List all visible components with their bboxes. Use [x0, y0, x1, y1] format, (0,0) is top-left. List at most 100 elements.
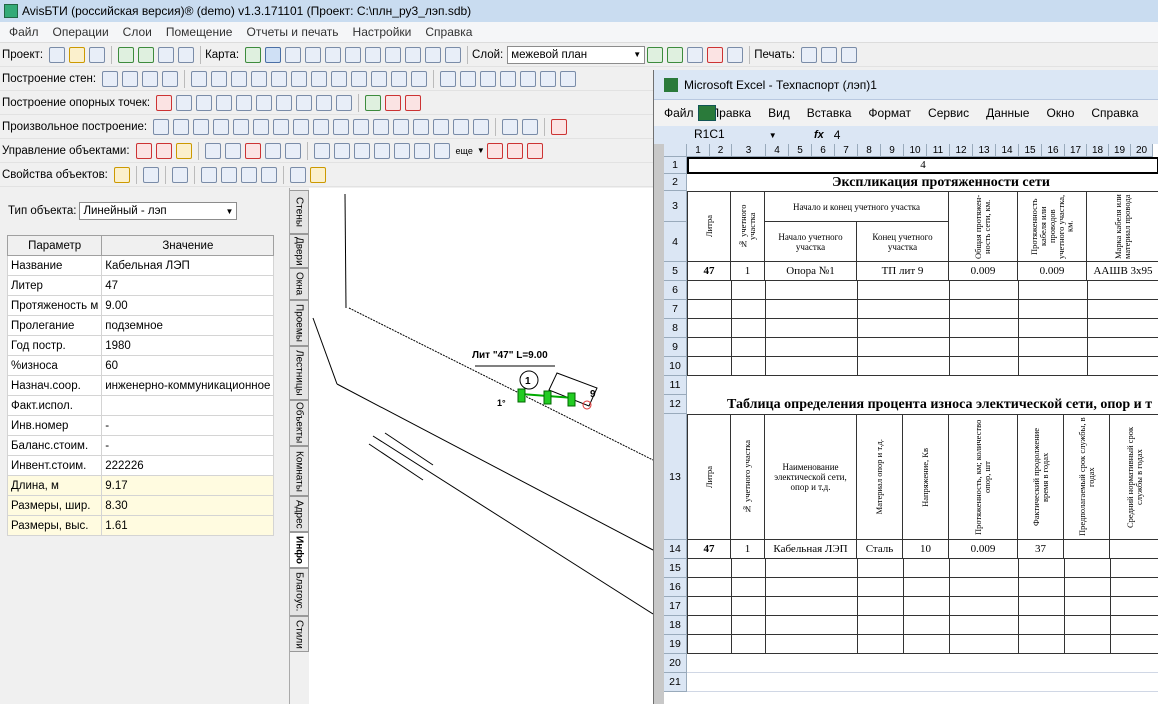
- wall-tool-6-icon[interactable]: [540, 70, 557, 87]
- t2-cell[interactable]: 0.009: [949, 540, 1018, 559]
- printer-icon[interactable]: [841, 46, 858, 63]
- tab-info[interactable]: Инфо: [290, 532, 309, 568]
- pencil-3-icon[interactable]: [240, 166, 257, 183]
- double-line-icon[interactable]: [233, 118, 250, 135]
- excel-menu-format[interactable]: Формат: [868, 106, 911, 120]
- more-tools-label[interactable]: еще: [456, 146, 473, 156]
- formula-input[interactable]: 4: [834, 128, 841, 142]
- square-icon[interactable]: [413, 118, 430, 135]
- drawing-canvas[interactable]: Лит "47" L=9.00 1 1° 9: [309, 188, 654, 704]
- point-icon[interactable]: [156, 94, 173, 111]
- table-row[interactable]: Пролегание подземное: [6, 315, 275, 336]
- row-header[interactable]: 12: [664, 395, 687, 414]
- grid-1-icon[interactable]: [311, 70, 328, 87]
- node-add-icon[interactable]: [522, 118, 539, 135]
- mirror-icon[interactable]: [413, 142, 430, 159]
- row-header[interactable]: 14: [664, 540, 687, 559]
- corner-1-icon[interactable]: [191, 70, 208, 87]
- fill-icon[interactable]: [289, 166, 306, 183]
- parallelogram-icon[interactable]: [293, 118, 310, 135]
- t2-cell[interactable]: Кабельная ЛЭП: [765, 540, 857, 559]
- t1-cell[interactable]: ААШВ 3х95: [1087, 262, 1158, 281]
- tab-landscaping[interactable]: Благоус.: [290, 568, 309, 616]
- grid-3-icon[interactable]: [351, 70, 368, 87]
- pointer-icon[interactable]: [245, 46, 262, 63]
- col-header[interactable]: 7: [835, 144, 858, 156]
- corner-4-icon[interactable]: [251, 70, 268, 87]
- wall-double-icon[interactable]: [142, 70, 159, 87]
- dimension-icon[interactable]: [453, 118, 470, 135]
- prop-value[interactable]: 8.30: [101, 495, 275, 516]
- col-header[interactable]: 14: [996, 144, 1019, 156]
- wall-thick-icon[interactable]: [162, 70, 179, 87]
- wall-rect-icon[interactable]: [122, 70, 139, 87]
- excel-menu-tools[interactable]: Сервис: [928, 106, 969, 120]
- t2-cell[interactable]: 10: [903, 540, 949, 559]
- name-box[interactable]: R1C1 ▼: [654, 127, 786, 143]
- rect-2-icon[interactable]: [411, 70, 428, 87]
- col-header[interactable]: 15: [1019, 144, 1042, 156]
- pen-style-icon[interactable]: [171, 166, 188, 183]
- row-header[interactable]: 15: [664, 559, 687, 578]
- cell-r1c1[interactable]: 4: [687, 157, 1158, 174]
- excel-menu-window[interactable]: Окно: [1046, 106, 1074, 120]
- layer-tool-5-icon[interactable]: [727, 46, 744, 63]
- line-style-icon[interactable]: [260, 166, 277, 183]
- t1-cell[interactable]: 0.009: [1018, 262, 1087, 281]
- ungroup-icon[interactable]: [224, 142, 241, 159]
- t1-cell[interactable]: ТП лит 9: [857, 262, 949, 281]
- frame-icon[interactable]: [353, 142, 370, 159]
- wall-tool-1-icon[interactable]: [440, 70, 457, 87]
- table-row[interactable]: Литер 47: [6, 275, 275, 296]
- row-header[interactable]: 18: [664, 616, 687, 635]
- zoom-out-icon[interactable]: [305, 46, 322, 63]
- point-arc-icon[interactable]: [236, 94, 253, 111]
- col-header[interactable]: 19: [1109, 144, 1131, 156]
- rectangle-icon[interactable]: [253, 118, 270, 135]
- add-layer-icon[interactable]: [118, 46, 135, 63]
- prop-value[interactable]: -: [101, 415, 275, 436]
- rect-icon[interactable]: [391, 70, 408, 87]
- excel-menu-edit[interactable]: Правка: [711, 106, 752, 120]
- col-header[interactable]: 12: [950, 144, 973, 156]
- col-header[interactable]: 13: [973, 144, 996, 156]
- excel-menu-file[interactable]: Файл: [664, 106, 694, 120]
- split-icon[interactable]: [244, 142, 261, 159]
- tab-styles[interactable]: Стили: [290, 616, 309, 652]
- col-header[interactable]: 6: [812, 144, 835, 156]
- wall-tool-5-icon[interactable]: [520, 70, 537, 87]
- t2-cell[interactable]: 37: [1018, 540, 1064, 559]
- object-tool-1-icon[interactable]: [486, 142, 503, 159]
- menu-room[interactable]: Помещение: [159, 25, 240, 39]
- arrow-line-icon[interactable]: [433, 118, 450, 135]
- measure-icon[interactable]: [385, 46, 402, 63]
- prop-value[interactable]: [101, 395, 275, 416]
- object-tool-2-icon[interactable]: [506, 142, 523, 159]
- prop-value[interactable]: 222226: [101, 455, 275, 476]
- rotate-icon[interactable]: [393, 142, 410, 159]
- prop-value[interactable]: -: [101, 435, 275, 456]
- prop-value[interactable]: подземное: [101, 315, 275, 336]
- new-file-icon[interactable]: [49, 46, 66, 63]
- wall-line-icon[interactable]: [102, 70, 119, 87]
- excel-menu-help[interactable]: Справка: [1091, 106, 1138, 120]
- ellipse-icon[interactable]: [373, 118, 390, 135]
- tab-objects[interactable]: Объекты: [290, 400, 309, 446]
- table-row[interactable]: Назнач.соор. инженерно-коммуникационное: [6, 375, 275, 396]
- table-row[interactable]: Протяженость м 9.00: [6, 295, 275, 316]
- tab-openings[interactable]: Проемы: [290, 300, 309, 346]
- point-cross-icon[interactable]: [256, 94, 273, 111]
- row-header[interactable]: 17: [664, 597, 687, 616]
- col-header[interactable]: 9: [881, 144, 904, 156]
- col-header[interactable]: 16: [1042, 144, 1065, 156]
- menu-settings[interactable]: Настройки: [346, 25, 419, 39]
- arrow-icon[interactable]: [371, 70, 388, 87]
- prop-value[interactable]: инженерно-коммуникационное: [101, 375, 275, 396]
- t1-cell[interactable]: 1: [731, 262, 765, 281]
- menu-help[interactable]: Справка: [418, 25, 479, 39]
- wall-tool-3-icon[interactable]: [480, 70, 497, 87]
- table-row[interactable]: Инв.номер -: [6, 415, 275, 436]
- table-row[interactable]: Баланс.стоим. -: [6, 435, 275, 456]
- menu-layers[interactable]: Слои: [116, 25, 159, 39]
- copy-icon[interactable]: [373, 142, 390, 159]
